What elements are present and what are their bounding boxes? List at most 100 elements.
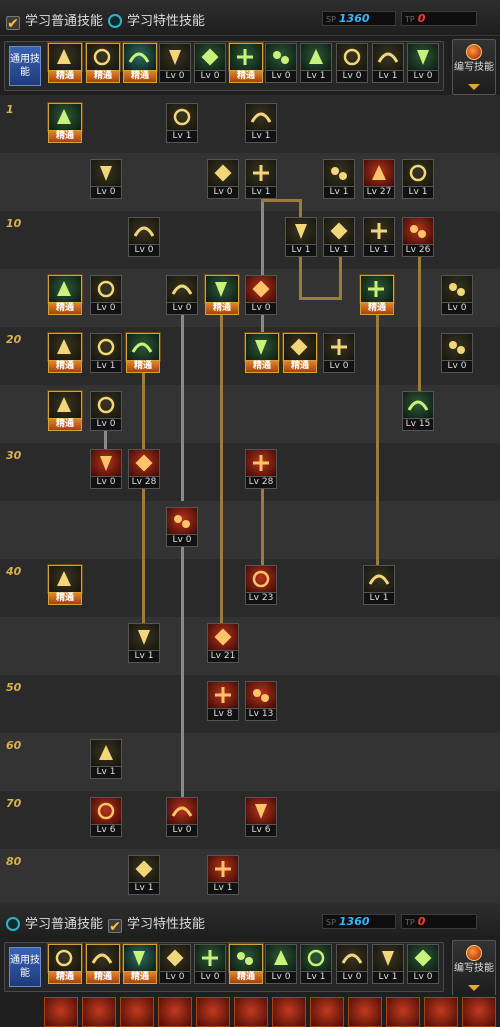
common-skill-2[interactable]: 精通 xyxy=(86,944,120,984)
tree-skill-43[interactable]: Lv 1 xyxy=(90,739,122,779)
skill-level: Lv 0 xyxy=(265,972,297,984)
common-skill-3[interactable]: 精通 xyxy=(123,944,157,984)
common-skill-11[interactable]: Lv 0 xyxy=(407,944,439,984)
skill-icon xyxy=(48,391,82,419)
tree-skill-8[interactable]: Lv 27 xyxy=(363,159,395,199)
common-skill-11[interactable]: Lv 0 xyxy=(407,43,439,83)
tree-skill-13[interactable]: Lv 1 xyxy=(363,217,395,257)
common-skill-4[interactable]: Lv 0 xyxy=(159,43,191,83)
level-marker: 20 xyxy=(6,333,22,346)
common-skill-7[interactable]: Lv 0 xyxy=(265,43,297,83)
trait-skill-icon[interactable] xyxy=(462,997,496,1027)
common-skill-6[interactable]: 精通 xyxy=(229,43,263,83)
tree-skill-11[interactable]: Lv 1 xyxy=(285,217,317,257)
skill-icon xyxy=(159,944,191,972)
tree-skill-22[interactable]: 精通 xyxy=(48,333,82,373)
tree-skill-12[interactable]: Lv 1 xyxy=(323,217,355,257)
common-skill-5[interactable]: Lv 0 xyxy=(194,43,226,83)
common-skill-7[interactable]: Lv 0 xyxy=(265,944,297,984)
common-skill-9[interactable]: Lv 0 xyxy=(336,944,368,984)
tree-skill-44[interactable]: Lv 6 xyxy=(90,797,122,837)
tree-skill-19[interactable]: Lv 0 xyxy=(245,275,277,315)
tree-skill-30[interactable]: Lv 0 xyxy=(90,391,122,431)
trait-skill-icon[interactable] xyxy=(272,997,306,1027)
common-skill-8[interactable]: Lv 1 xyxy=(300,43,332,83)
trait-skill-icon[interactable] xyxy=(234,997,268,1027)
tree-skill-4[interactable]: Lv 0 xyxy=(90,159,122,199)
skill-level: Lv 0 xyxy=(128,245,160,257)
tree-skill-6[interactable]: Lv 1 xyxy=(245,159,277,199)
tree-skill-10[interactable]: Lv 0 xyxy=(128,217,160,257)
trait-skill-icon[interactable] xyxy=(348,997,382,1027)
tree-skill-7[interactable]: Lv 1 xyxy=(323,159,355,199)
tree-skill-5[interactable]: Lv 0 xyxy=(207,159,239,199)
tree-skill-47[interactable]: Lv 1 xyxy=(128,855,160,895)
trait-skill-icon[interactable] xyxy=(386,997,420,1027)
skill-level: 精通 xyxy=(86,71,120,83)
tree-skill-2[interactable]: Lv 1 xyxy=(166,103,198,143)
skill-level: 精通 xyxy=(126,361,160,373)
skill-icon xyxy=(336,944,368,972)
tree-skill-41[interactable]: Lv 8 xyxy=(207,681,239,721)
common-skill-2[interactable]: 精通 xyxy=(86,43,120,83)
tree-skill-40[interactable]: Lv 21 xyxy=(207,623,239,663)
tree-skill-35[interactable]: Lv 0 xyxy=(166,507,198,547)
common-skill-10[interactable]: Lv 1 xyxy=(372,43,404,83)
trait-skill-icon[interactable] xyxy=(310,997,344,1027)
tree-skill-3[interactable]: Lv 1 xyxy=(245,103,277,143)
common-skill-8[interactable]: Lv 1 xyxy=(300,944,332,984)
tree-skill-45[interactable]: Lv 0 xyxy=(166,797,198,837)
common-skill-9[interactable]: Lv 0 xyxy=(336,43,368,83)
tree-skill-9[interactable]: Lv 1 xyxy=(402,159,434,199)
tree-skill-15[interactable]: 精通 xyxy=(48,275,82,315)
tree-skill-27[interactable]: Lv 0 xyxy=(323,333,355,373)
tree-skill-37[interactable]: Lv 23 xyxy=(245,565,277,605)
tree-skill-33[interactable]: Lv 28 xyxy=(128,449,160,489)
tree-skill-39[interactable]: Lv 1 xyxy=(128,623,160,663)
arrange-skills-button-bottom[interactable]: 编写技能 xyxy=(452,940,496,996)
trait-skill-icon[interactable] xyxy=(196,997,230,1027)
trait-skill-icon[interactable] xyxy=(44,997,78,1027)
tree-skill-25[interactable]: 精通 xyxy=(245,333,279,373)
tree-skill-42[interactable]: Lv 13 xyxy=(245,681,277,721)
arrange-skills-button[interactable]: 编写技能 xyxy=(452,39,496,95)
tree-skill-24[interactable]: 精通 xyxy=(126,333,160,373)
tree-skill-18[interactable]: 精通 xyxy=(205,275,239,315)
tree-skill-14[interactable]: Lv 26 xyxy=(402,217,434,257)
tree-skill-20[interactable]: 精通 xyxy=(360,275,394,315)
tree-skill-46[interactable]: Lv 6 xyxy=(245,797,277,837)
tree-skill-21[interactable]: Lv 0 xyxy=(441,275,473,315)
tree-skill-29[interactable]: 精通 xyxy=(48,391,82,431)
common-skill-1[interactable]: 精通 xyxy=(48,43,82,83)
tree-skill-23[interactable]: Lv 1 xyxy=(90,333,122,373)
tree-skill-17[interactable]: Lv 0 xyxy=(166,275,198,315)
tree-skill-1[interactable]: 精通 xyxy=(48,103,82,143)
tree-skill-26[interactable]: 精通 xyxy=(283,333,317,373)
tree-skill-38[interactable]: Lv 1 xyxy=(363,565,395,605)
tree-skill-28[interactable]: Lv 0 xyxy=(441,333,473,373)
skill-icon xyxy=(128,449,160,477)
tree-skill-16[interactable]: Lv 0 xyxy=(90,275,122,315)
common-skill-3[interactable]: 精通 xyxy=(123,43,157,83)
trait-skill-icon[interactable] xyxy=(120,997,154,1027)
common-skill-5[interactable]: Lv 0 xyxy=(194,944,226,984)
common-skill-6[interactable]: 精通 xyxy=(229,944,263,984)
trait-skill-icon[interactable] xyxy=(158,997,192,1027)
common-skill-1[interactable]: 精通 xyxy=(48,944,82,984)
tree-skill-36[interactable]: 精通 xyxy=(48,565,82,605)
learn-common-skills-option[interactable]: ✔ 学习普通技能 xyxy=(6,10,103,31)
tree-skill-31[interactable]: Lv 15 xyxy=(402,391,434,431)
common-skill-10[interactable]: Lv 1 xyxy=(372,944,404,984)
learn-trait-skills-option-bottom[interactable]: ✔ 学习特性技能 xyxy=(108,913,205,934)
trait-skill-icon[interactable] xyxy=(424,997,458,1027)
trait-skill-icon[interactable] xyxy=(82,997,116,1027)
tree-skill-34[interactable]: Lv 28 xyxy=(245,449,277,489)
skill-icon xyxy=(300,43,332,71)
common-skill-4[interactable]: Lv 0 xyxy=(159,944,191,984)
learn-common-skills-option-bottom[interactable]: 学习普通技能 xyxy=(6,913,103,932)
learn-trait-skills-option[interactable]: 学习特性技能 xyxy=(108,10,205,29)
tree-skill-48[interactable]: Lv 1 xyxy=(207,855,239,895)
dropdown-arrow-icon xyxy=(468,84,480,90)
skill-level: Lv 6 xyxy=(90,825,122,837)
tree-skill-32[interactable]: Lv 0 xyxy=(90,449,122,489)
